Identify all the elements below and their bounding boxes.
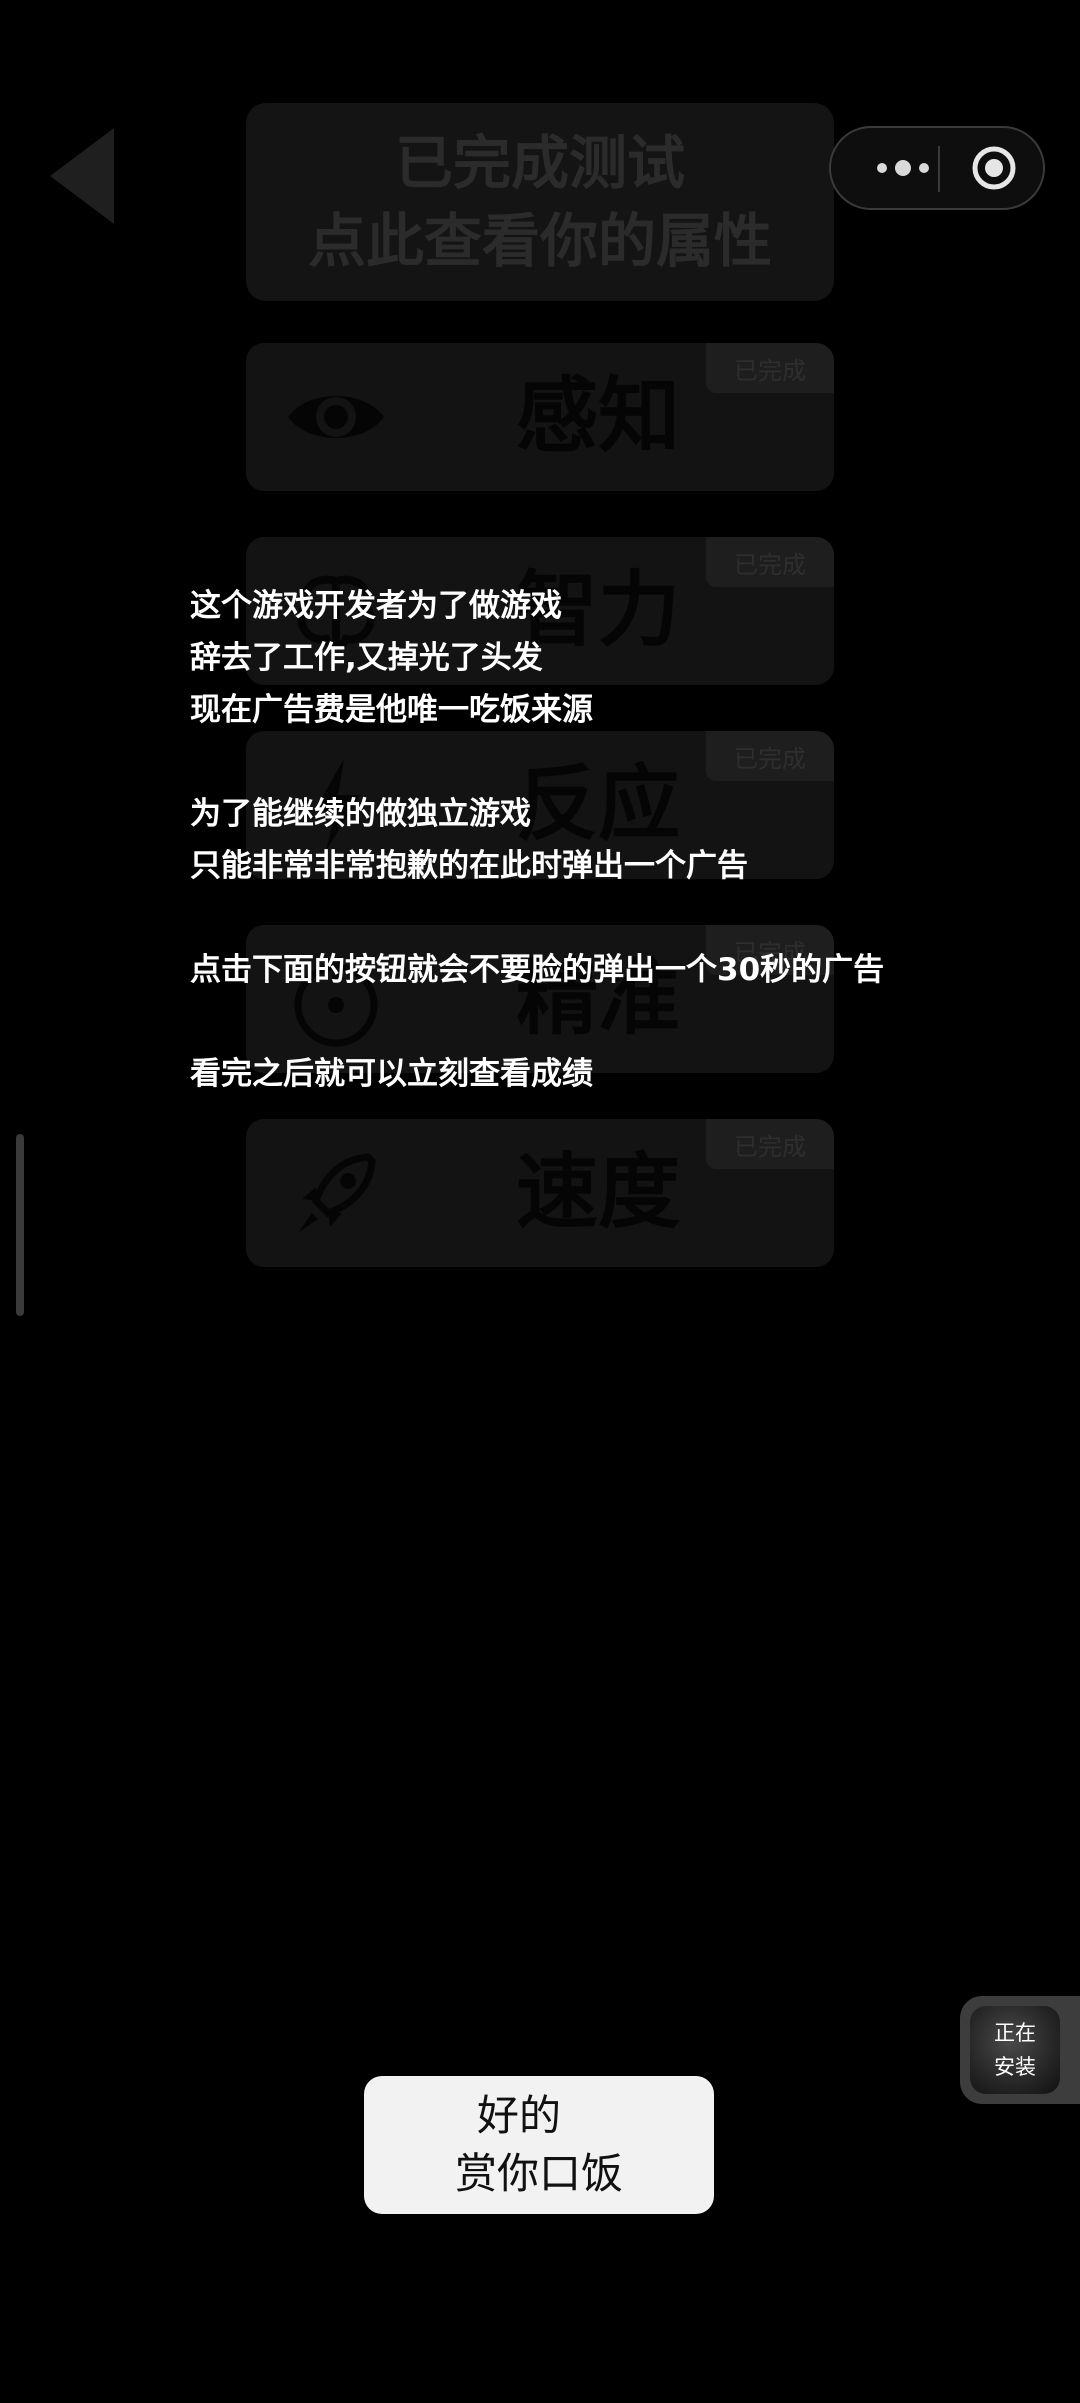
installing-line1: 正在 [994,2021,1036,2045]
message-line: 辞去了工作,又掉光了头发 [190,640,543,676]
more-dots-icon[interactable] [861,128,945,208]
message-line: 为了能继续的做独立游戏 [190,796,531,832]
completed-badge: 已完成 [706,1119,834,1169]
ok-button-line2: 赏你口饭 [454,2149,623,2198]
back-arrow-icon[interactable] [50,128,114,224]
eye-icon [288,396,384,438]
message-line: 看完之后就可以立刻查看成绩 [190,1056,593,1092]
installing-thumbnail: 正在 安装 [970,2006,1060,2094]
completed-badge: 已完成 [706,343,834,393]
category-label: 感知 [516,369,681,464]
header-line2: 点此查看你的属性 [307,207,772,275]
message-line: 现在广告费是他唯一吃饭来源 [190,692,593,728]
scrollbar[interactable] [16,1134,24,1316]
ok-button-line1: 好的 [476,2091,561,2140]
rocket-icon [298,1153,376,1233]
message-line: 这个游戏开发者为了做游戏 [190,588,562,624]
message-line: 只能非常非常抱歉的在此时弹出一个广告 [190,848,748,884]
view-attributes-card[interactable]: 已完成测试 点此查看你的属性 [246,103,834,301]
installing-line2: 安装 [994,2055,1036,2079]
target-close-icon[interactable] [971,145,1017,191]
installing-badge[interactable]: 正在 安装 [960,1996,1080,2104]
ad-message: 这个游戏开发者为了做游戏 辞去了工作,又掉光了头发 现在广告费是他唯一吃饭来源 … [190,580,1050,1100]
capsule-divider [938,146,940,192]
message-line: 点击下面的按钮就会不要脸的弹出一个30秒的广告 [190,952,885,988]
category-card-speed[interactable]: 速度 已完成 [246,1119,834,1267]
watch-ad-button[interactable]: 好的 赏你口饭 [364,2076,714,2214]
category-card-perception[interactable]: 感知 已完成 [246,343,834,491]
miniprogram-capsule [829,126,1045,210]
header-line1: 已完成测试 [394,129,685,197]
category-label: 速度 [516,1145,681,1240]
